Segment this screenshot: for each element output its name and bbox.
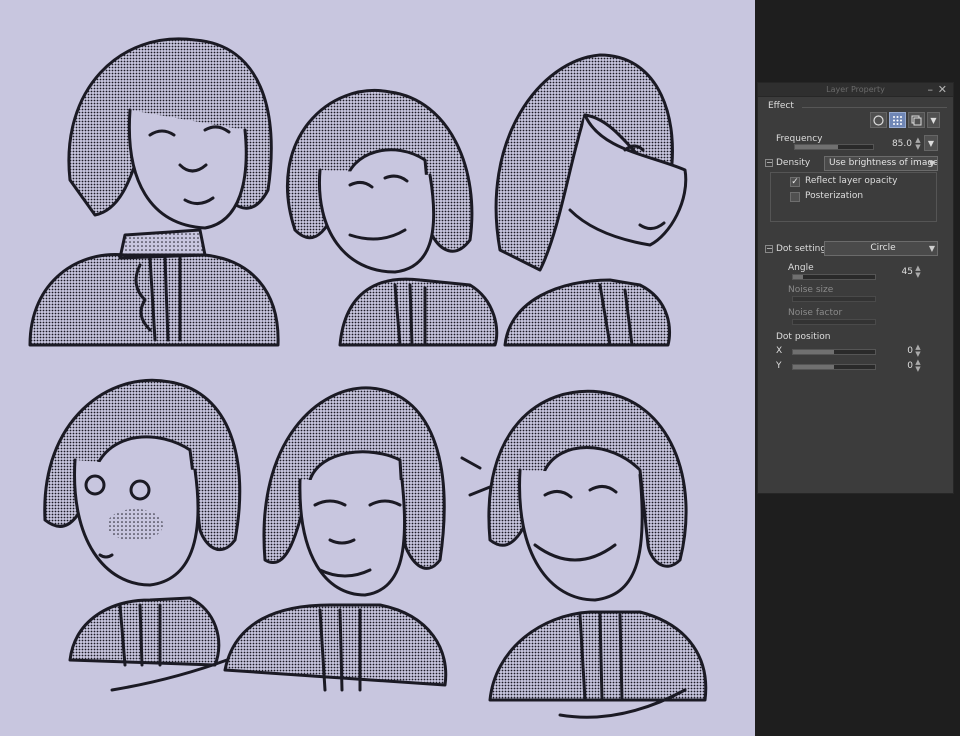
frequency-label: Frequency [776, 134, 823, 144]
posterization-checkbox[interactable] [790, 192, 800, 202]
layer-property-panel: Layer Property – ✕ Effect ▼ Frequency 85… [757, 82, 954, 494]
sketch-portrait-5 [223, 386, 448, 692]
layer-effect-icon[interactable] [908, 112, 925, 128]
dot-position-x-spinner[interactable]: ▲ ▼ [914, 344, 922, 358]
artwork-sketches [28, 37, 708, 719]
dot-position-x-fill [793, 350, 834, 354]
minimize-icon[interactable]: – [928, 83, 934, 96]
density-collapse-icon[interactable]: − [765, 159, 773, 167]
noise-size-label: Noise size [788, 285, 834, 295]
circle-effect-icon[interactable] [870, 112, 887, 128]
angle-spinner[interactable]: ▲ ▼ [914, 265, 922, 279]
dot-position-y-spinner[interactable]: ▲ ▼ [914, 359, 922, 373]
panel-title: Layer Property [826, 85, 885, 94]
density-mode-dropdown[interactable]: Use brightness of image ▼ [824, 156, 938, 171]
dot-shape-value: Circle [870, 243, 896, 253]
noise-size-slider [792, 296, 876, 302]
dot-settings-collapse-icon[interactable]: − [765, 245, 773, 253]
angle-slider-fill [793, 275, 803, 279]
sketch-portrait-4 [43, 378, 242, 692]
dot-position-x-label: X [776, 346, 783, 356]
dot-settings-label: Dot settings [776, 244, 831, 254]
effect-label: Effect [768, 101, 794, 111]
chevron-down-icon[interactable]: ▼ [927, 112, 940, 128]
divider [802, 107, 947, 108]
tone-effect-icon[interactable] [889, 112, 906, 128]
frequency-slider-fill [795, 145, 838, 149]
angle-slider[interactable] [792, 274, 876, 280]
app-window: Layer Property – ✕ Effect ▼ Frequency 85… [0, 0, 960, 736]
chevron-down-icon: ▼ [928, 244, 935, 253]
angle-label: Angle [788, 263, 814, 273]
dot-position-x-slider[interactable] [792, 349, 876, 355]
sketch-portrait-1 [28, 37, 280, 347]
chevron-down-icon: ▼ [928, 159, 935, 168]
close-icon[interactable]: ✕ [938, 83, 947, 96]
panel-titlebar[interactable]: Layer Property – ✕ [758, 83, 953, 97]
dot-position-y-fill [793, 365, 834, 369]
noise-factor-slider [792, 319, 876, 325]
frequency-slider[interactable] [794, 144, 874, 150]
sketch-portrait-2 [285, 89, 499, 347]
frequency-value[interactable]: 85.0 [884, 139, 912, 149]
frequency-dropdown-chevron-icon[interactable]: ▼ [924, 135, 938, 151]
dot-position-y-value[interactable]: 0 [888, 361, 913, 371]
dot-position-y-label: Y [776, 361, 782, 371]
density-label: Density [776, 158, 811, 168]
noise-factor-label: Noise factor [788, 308, 843, 318]
sketch-portrait-6 [460, 389, 708, 719]
dot-position-y-slider[interactable] [792, 364, 876, 370]
density-mode-value: Use brightness of image [829, 158, 938, 168]
reflect-layer-opacity-label: Reflect layer opacity [805, 176, 898, 186]
reflect-layer-opacity-checkbox[interactable]: ✓ [790, 177, 800, 187]
sketch-portrait-3 [494, 53, 688, 347]
posterization-label: Posterization [805, 191, 864, 201]
angle-value[interactable]: 45 [888, 267, 913, 277]
drawing-canvas[interactable] [0, 0, 755, 736]
dot-shape-dropdown[interactable]: Circle ▼ [824, 241, 938, 256]
dot-position-x-value[interactable]: 0 [888, 346, 913, 356]
frequency-spinner[interactable]: ▲ ▼ [914, 137, 922, 151]
dot-position-label: Dot position [776, 332, 831, 342]
